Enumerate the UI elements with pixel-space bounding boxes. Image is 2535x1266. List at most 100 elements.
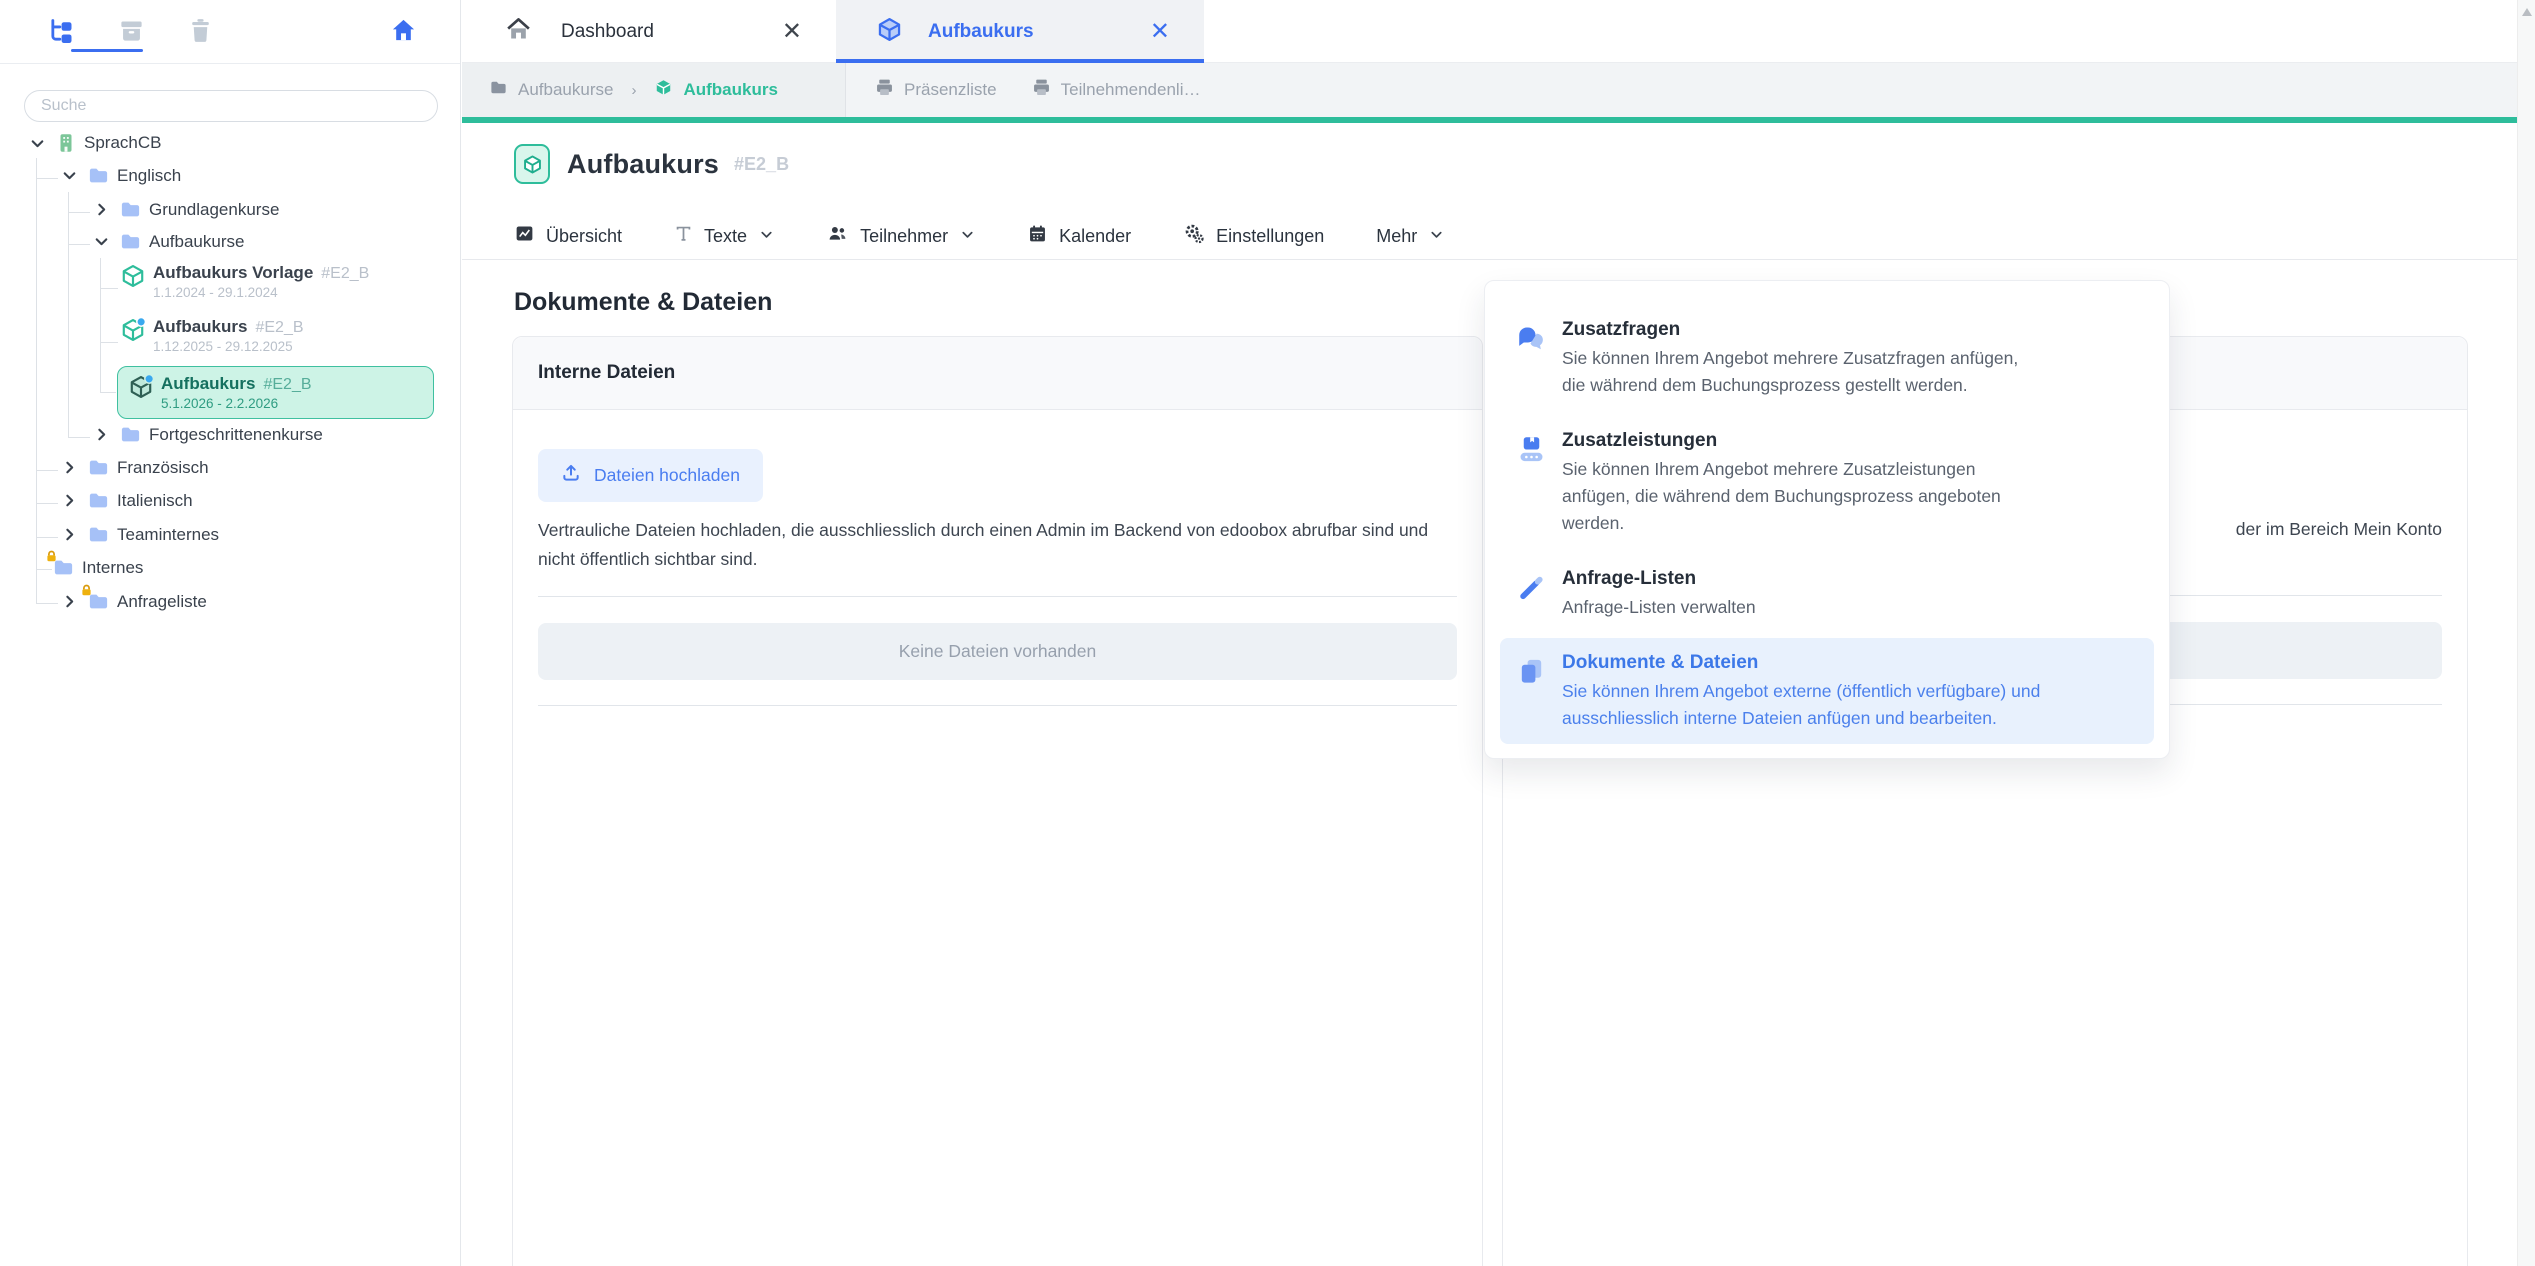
breadcrumb-folder[interactable]: Aufbaukurse xyxy=(518,80,613,100)
home-icon[interactable] xyxy=(390,17,417,49)
nav-uebersicht[interactable]: Übersicht xyxy=(514,223,622,249)
chevron-down-icon xyxy=(1429,227,1444,247)
internal-files-card: Interne Dateien Dateien hochladen Vertra… xyxy=(512,336,1483,1266)
tree-label: Aufbaukurse xyxy=(149,232,244,252)
lock-icon xyxy=(45,550,58,568)
chat-bubbles-icon xyxy=(1515,317,1547,399)
sidebar-item-aufbaukurs-2025[interactable]: Aufbaukurs#E2_B 1.12.2025 - 29.12.2025 xyxy=(120,317,304,354)
breadcrumb: Aufbaukurse › Aufbaukurs xyxy=(462,63,846,117)
page-code: #E2_B xyxy=(734,154,789,175)
tree-label: Aufbaukurs xyxy=(153,317,247,337)
chevron-down-icon[interactable] xyxy=(92,233,110,251)
internal-files-description: Vertrauliche Dateien hochladen, die auss… xyxy=(538,516,1450,574)
participants-icon xyxy=(826,223,849,249)
nav-einstellungen[interactable]: Einstellungen xyxy=(1183,223,1324,250)
folder-icon xyxy=(119,423,142,446)
locked-folder-icon xyxy=(87,590,110,613)
course-cube-icon xyxy=(120,263,146,289)
folder-icon xyxy=(87,489,110,512)
chevron-down-icon xyxy=(759,227,774,247)
menu-item-dokumente-dateien[interactable]: Dokumente & Dateien Sie können Ihrem Ang… xyxy=(1500,638,2154,744)
chevron-right-icon[interactable] xyxy=(60,492,78,510)
accent-divider xyxy=(462,117,2517,123)
close-tab-icon[interactable]: ✕ xyxy=(1144,18,1176,46)
chevron-right-icon[interactable] xyxy=(92,426,110,444)
sidebar-item-internes[interactable]: Internes xyxy=(52,556,143,579)
empty-state: Keine Dateien vorhanden xyxy=(538,623,1457,680)
tab-aufbaukurs-active[interactable]: Aufbaukurs ✕ xyxy=(836,0,1204,63)
archive-icon[interactable] xyxy=(118,17,145,49)
sidebar-item-aufbaukurs-2026-selected[interactable]: Aufbaukurs #E2_B 5.1.2026 - 2.2.2026 xyxy=(117,366,434,419)
folder-icon xyxy=(87,456,110,479)
printer-icon xyxy=(1031,77,1052,103)
nav-mehr[interactable]: Mehr xyxy=(1376,225,1444,247)
upload-icon xyxy=(561,463,581,488)
page-scrollbar[interactable] xyxy=(2517,0,2535,1266)
course-dates: 5.1.2026 - 2.2.2026 xyxy=(161,396,312,411)
chevron-right-icon[interactable] xyxy=(92,201,110,219)
lock-icon xyxy=(80,584,93,602)
breadcrumb-current[interactable]: Aufbaukurs xyxy=(683,80,777,100)
menu-item-anfrage-listen[interactable]: Anfrage-Listen Anfrage-Listen verwalten xyxy=(1500,554,2154,633)
folder-icon xyxy=(119,230,142,253)
sidebar-item-aufbaukurs-vorlage[interactable]: Aufbaukurs Vorlage#E2_B 1.1.2024 - 29.1.… xyxy=(120,263,369,300)
print-link-teilnehmendenliste[interactable]: Teilnehmendenli… xyxy=(1031,77,1201,103)
chevron-down-icon[interactable] xyxy=(28,134,46,152)
page-title: Aufbaukurs xyxy=(567,149,719,180)
chevron-right-icon[interactable] xyxy=(60,526,78,544)
services-box-icon xyxy=(1515,428,1547,537)
sidebar-item-franzoesisch[interactable]: Französisch xyxy=(60,456,209,479)
sidebar-toolbar xyxy=(0,0,460,64)
nav-teilnehmer[interactable]: Teilnehmer xyxy=(826,223,975,249)
sidebar-item-fortgeschrittenenkurse[interactable]: Fortgeschrittenenkurse xyxy=(92,423,323,446)
trash-icon[interactable] xyxy=(188,17,213,49)
close-tab-icon[interactable]: ✕ xyxy=(776,18,808,46)
breadcrumb-bar: Aufbaukurse › Aufbaukurs Präsenzliste Te… xyxy=(462,63,2517,117)
tree-view-icon[interactable] xyxy=(47,17,75,50)
menu-item-zusatzleistungen[interactable]: Zusatzleistungen Sie können Ihrem Angebo… xyxy=(1500,416,2154,549)
tree-label: Internes xyxy=(82,558,143,578)
chevron-right-icon[interactable] xyxy=(60,593,78,611)
nav-kalender[interactable]: Kalender xyxy=(1027,223,1131,249)
text-icon xyxy=(674,224,693,248)
course-code: #E2_B xyxy=(263,376,311,394)
card-header: Interne Dateien xyxy=(513,337,1482,410)
sidebar-item-italienisch[interactable]: Italienisch xyxy=(60,489,193,512)
sidebar-item-aufbaukurse[interactable]: Aufbaukurse xyxy=(92,230,244,253)
page-header: Aufbaukurs #E2_B xyxy=(514,144,789,184)
chevron-down-icon xyxy=(960,227,975,247)
overview-chart-icon xyxy=(514,223,535,249)
search-input[interactable] xyxy=(24,90,438,122)
folder-icon xyxy=(119,198,142,221)
cube-tab-icon xyxy=(876,16,903,48)
tree-label: Aufbaukurs Vorlage xyxy=(153,263,313,283)
settings-gears-icon xyxy=(1183,223,1205,250)
printer-icon xyxy=(874,77,895,103)
pencil-icon xyxy=(1515,566,1547,621)
sidebar-item-englisch[interactable]: Englisch xyxy=(60,164,181,187)
sidebar-item-sprachcb[interactable]: SprachCB xyxy=(28,132,161,154)
menu-item-zusatzfragen[interactable]: Zusatzfragen Sie können Ihrem Angebot me… xyxy=(1500,305,2154,411)
tree-label: Englisch xyxy=(117,166,181,186)
divider xyxy=(538,705,1457,706)
cube-icon xyxy=(654,78,673,102)
tab-dashboard[interactable]: Dashboard ✕ xyxy=(462,0,836,63)
print-link-praesenzliste[interactable]: Präsenzliste xyxy=(874,77,997,103)
course-dates: 1.1.2024 - 29.1.2024 xyxy=(153,285,369,300)
sidebar-item-grundlagenkurse[interactable]: Grundlagenkurse xyxy=(92,198,279,221)
tree-label: Grundlagenkurse xyxy=(149,200,279,220)
nav-texte[interactable]: Texte xyxy=(674,224,774,248)
breadcrumb-separator: › xyxy=(631,82,636,99)
upload-files-button[interactable]: Dateien hochladen xyxy=(538,449,763,502)
sidebar-item-teaminternes[interactable]: Teaminternes xyxy=(60,523,219,546)
divider xyxy=(538,596,1457,597)
sidebar: SprachCB Englisch Grundlagenkurse Aufbau… xyxy=(0,0,461,1266)
tree-label: Aufbaukurs xyxy=(161,374,255,394)
chevron-down-icon[interactable] xyxy=(60,167,78,185)
scrollbar-up-arrow[interactable] xyxy=(2522,8,2532,16)
course-cube-badge-icon xyxy=(514,144,550,184)
active-tool-underline xyxy=(71,49,143,52)
print-links: Präsenzliste Teilnehmendenli… xyxy=(846,63,1224,117)
chevron-right-icon[interactable] xyxy=(60,459,78,477)
sidebar-item-anfrageliste[interactable]: Anfrageliste xyxy=(60,590,207,613)
